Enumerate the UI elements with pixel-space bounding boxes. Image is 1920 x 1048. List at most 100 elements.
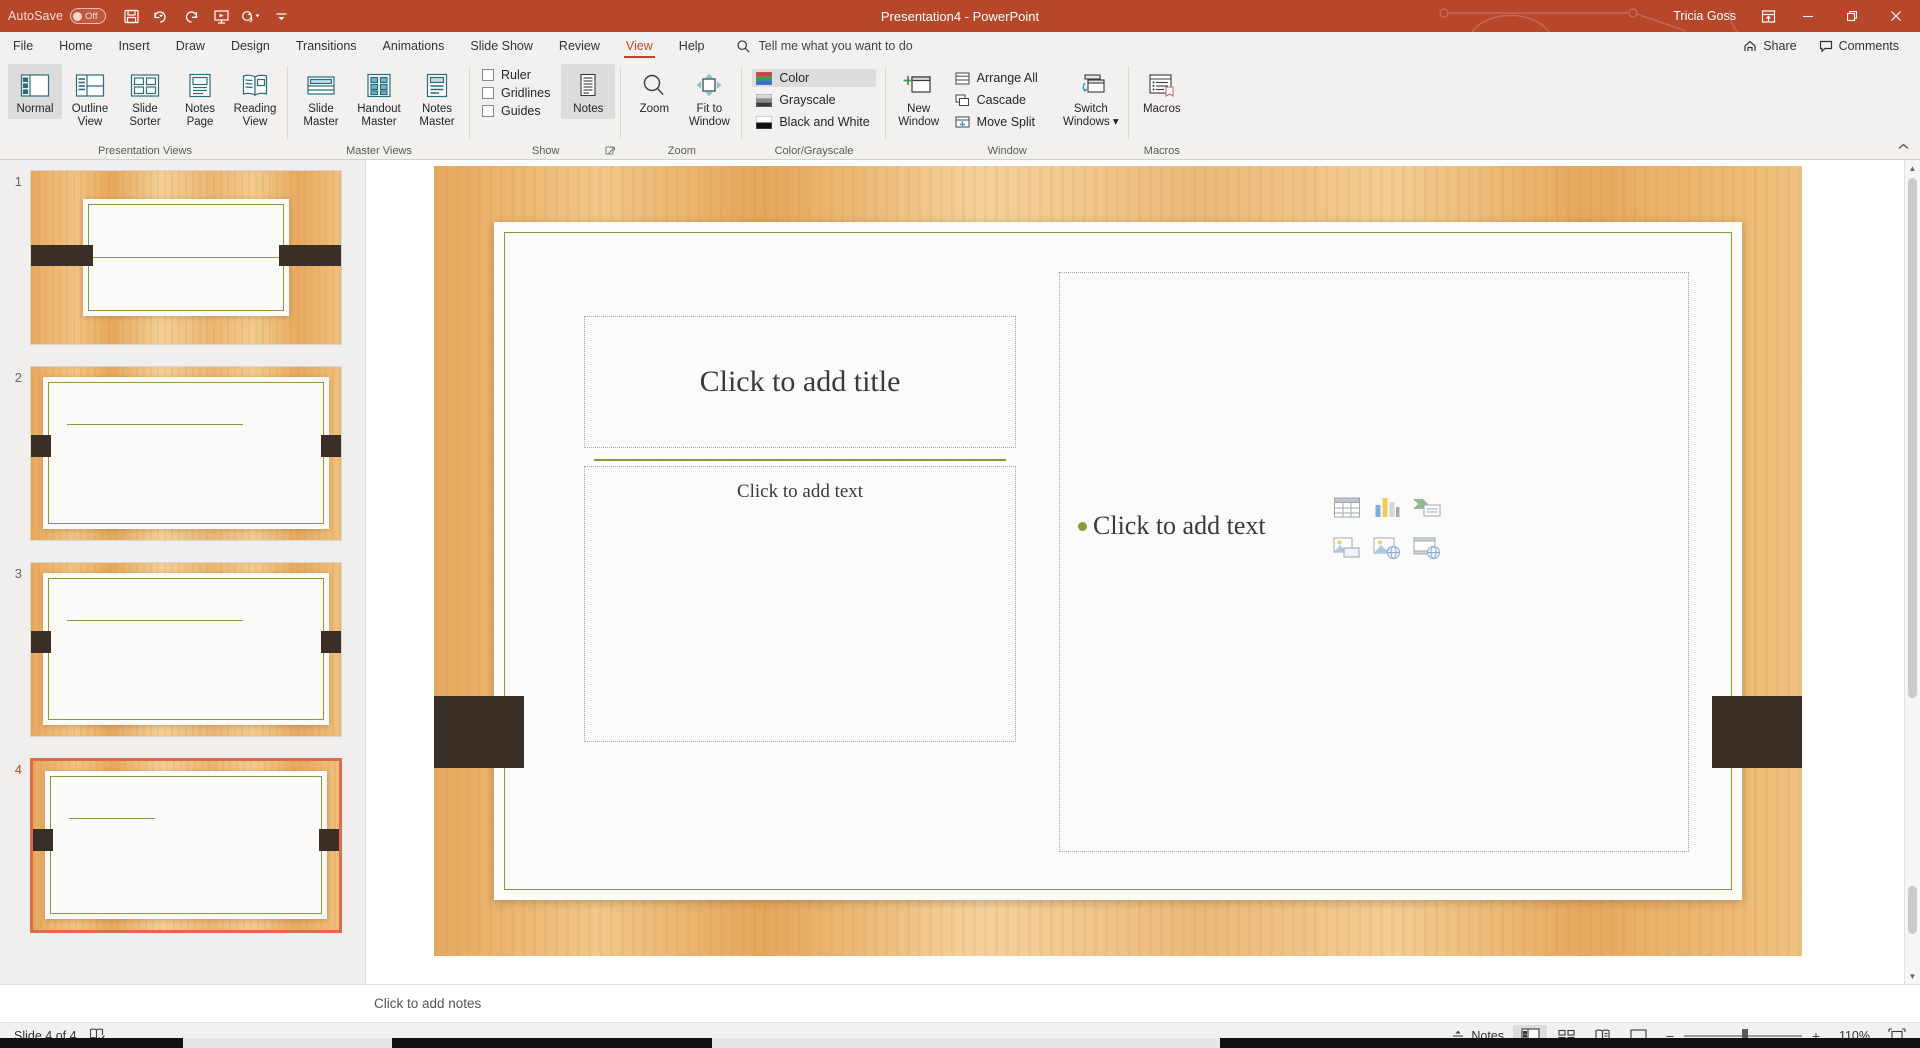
undo-button[interactable] xyxy=(146,3,176,29)
close-button[interactable] xyxy=(1874,0,1918,32)
powerpoint-window: AutoSave Off Presentation4 - PowerPoint … xyxy=(0,0,1920,1048)
outline-view-button[interactable]: Outline View xyxy=(63,64,117,132)
start-from-beginning-button[interactable] xyxy=(206,3,236,29)
insert-video-button[interactable] xyxy=(1408,529,1446,567)
slide-sorter-label-2: Sorter xyxy=(129,115,161,128)
slide-thumbnail-1[interactable] xyxy=(30,170,342,345)
slide-master-button[interactable]: Slide Master xyxy=(294,64,348,132)
reading-view-button[interactable]: Reading View xyxy=(228,64,282,132)
title-placeholder[interactable]: Click to add title xyxy=(584,316,1016,448)
fit-to-window-button[interactable]: Fit to Window xyxy=(682,64,736,132)
save-button[interactable] xyxy=(116,3,146,29)
title-placeholder-text: Click to add title xyxy=(699,365,901,398)
insert-3d-model-button[interactable] xyxy=(1328,529,1366,567)
tab-view[interactable]: View xyxy=(613,32,666,60)
redo-button[interactable] xyxy=(176,3,206,29)
fit-to-window-label-2: Window xyxy=(688,115,730,128)
insert-table-icon xyxy=(1334,497,1360,518)
tab-design[interactable]: Design xyxy=(218,32,283,60)
gridlines-checkbox[interactable]: Gridlines xyxy=(482,86,550,100)
bullet-icon xyxy=(1078,521,1087,531)
slide-canvas-pane[interactable]: Click to add title Click to add text Cli… xyxy=(366,160,1920,984)
macros-button[interactable]: Macros xyxy=(1135,64,1189,119)
zoom-button[interactable]: Zoom xyxy=(627,64,681,119)
normal-view-button[interactable]: Normal xyxy=(8,64,62,119)
slide-thumbnail-3[interactable] xyxy=(30,562,342,737)
slide-accent-line xyxy=(67,620,243,621)
notes-page-label-1: Notes xyxy=(184,103,216,115)
autosave-toggle[interactable]: Off xyxy=(70,8,107,24)
scrollbar-thumb-secondary[interactable] xyxy=(1908,886,1917,934)
workspace: 1 2 3 4 Click to add title Click to add … xyxy=(0,160,1920,984)
tab-transitions[interactable]: Transitions xyxy=(283,32,370,60)
list-item[interactable]: 3 xyxy=(0,562,365,758)
arrange-all-button[interactable]: Arrange All xyxy=(951,69,1044,87)
slide-sorter-icon xyxy=(130,69,160,103)
tab-home[interactable]: Home xyxy=(46,32,105,60)
handout-master-button[interactable]: Handout Master xyxy=(349,64,409,132)
minimize-button[interactable] xyxy=(1786,0,1830,32)
insert-table-button[interactable] xyxy=(1328,489,1366,527)
macros-icon xyxy=(1146,69,1178,103)
share-button[interactable]: Share xyxy=(1734,36,1805,56)
content-placeholder[interactable]: Click to add text xyxy=(1059,272,1689,852)
tab-insert[interactable]: Insert xyxy=(106,32,163,60)
slide-thumbnail-2[interactable] xyxy=(30,366,342,541)
notes-toggle-button[interactable]: Notes xyxy=(561,64,616,119)
slide-sorter-button[interactable]: Slide Sorter xyxy=(118,64,172,132)
tab-draw[interactable]: Draw xyxy=(163,32,218,60)
tab-animations[interactable]: Animations xyxy=(370,32,458,60)
tab-review[interactable]: Review xyxy=(546,32,613,60)
zoom-button-label: Zoom xyxy=(639,103,670,115)
gridlines-label: Gridlines xyxy=(501,86,551,100)
tab-help[interactable]: Help xyxy=(666,32,718,60)
comment-icon xyxy=(1819,40,1832,53)
show-dialog-launcher-icon[interactable] xyxy=(604,145,617,158)
scrollbar-thumb[interactable] xyxy=(1908,178,1917,698)
fit-to-window-label-1: Fit to xyxy=(696,103,723,115)
insert-smartart-button[interactable] xyxy=(1408,489,1446,527)
slide-editing-surface[interactable]: Click to add title Click to add text Cli… xyxy=(434,166,1802,956)
new-window-label-1: New xyxy=(907,103,931,115)
list-item[interactable]: 2 xyxy=(0,366,365,562)
color-swatch-icon xyxy=(756,71,773,85)
scroll-down-arrow-icon[interactable]: ▼ xyxy=(1905,968,1920,984)
color-mode-grayscale[interactable]: Grayscale xyxy=(752,91,875,109)
color-mode-black-and-white[interactable]: Black and White xyxy=(752,113,875,131)
move-split-button[interactable]: Move Split xyxy=(951,113,1044,131)
switch-windows-button[interactable]: Switch Windows ▾ xyxy=(1059,64,1123,132)
canvas-vertical-scrollbar[interactable]: ▲ ▼ xyxy=(1904,160,1920,984)
body-placeholder[interactable]: Click to add text xyxy=(584,466,1016,742)
ribbon-group-window: New Window Arrange All Cascade Move Spli… xyxy=(886,60,1129,159)
customize-qat-button[interactable] xyxy=(266,3,296,29)
notes-page-button[interactable]: Notes Page xyxy=(173,64,227,132)
tab-file[interactable]: File xyxy=(0,32,46,60)
zoom-slider[interactable] xyxy=(1684,1028,1802,1043)
list-item[interactable]: 4 xyxy=(0,758,365,954)
slide-thumbnail-pane[interactable]: 1 2 3 4 xyxy=(0,160,366,984)
cascade-button[interactable]: Cascade xyxy=(951,91,1044,109)
cascade-label: Cascade xyxy=(976,93,1026,107)
comments-button[interactable]: Comments xyxy=(1810,36,1908,56)
slide-thumbnail-4[interactable] xyxy=(30,758,342,933)
scroll-up-arrow-icon[interactable]: ▲ xyxy=(1905,160,1920,176)
insert-chart-button[interactable] xyxy=(1368,489,1406,527)
touch-mode-button[interactable] xyxy=(236,3,266,29)
guides-checkbox[interactable]: Guides xyxy=(482,104,550,118)
autosave-control[interactable]: AutoSave Off xyxy=(8,8,107,24)
color-mode-color[interactable]: Color xyxy=(752,69,876,87)
notes-pane[interactable]: Click to add notes xyxy=(0,984,1920,1022)
tab-slide-show[interactable]: Slide Show xyxy=(457,32,546,60)
collapse-ribbon-icon[interactable] xyxy=(1897,140,1910,153)
notes-master-button[interactable]: Notes Master xyxy=(410,64,464,132)
new-window-button[interactable]: New Window xyxy=(892,64,946,132)
list-item[interactable]: 1 xyxy=(0,170,365,366)
restore-button[interactable] xyxy=(1830,0,1874,32)
reading-view-label-1: Reading xyxy=(233,103,277,115)
ribbon-display-options-icon[interactable] xyxy=(1750,1,1786,31)
insert-online-picture-button[interactable] xyxy=(1368,529,1406,567)
tell-me-search[interactable]: Tell me what you want to do xyxy=(718,32,913,60)
user-name[interactable]: Tricia Goss xyxy=(1673,9,1736,23)
ribbon-group-zoom: Zoom Fit to Window Zoom xyxy=(621,60,743,159)
ruler-checkbox[interactable]: Ruler xyxy=(482,68,550,82)
